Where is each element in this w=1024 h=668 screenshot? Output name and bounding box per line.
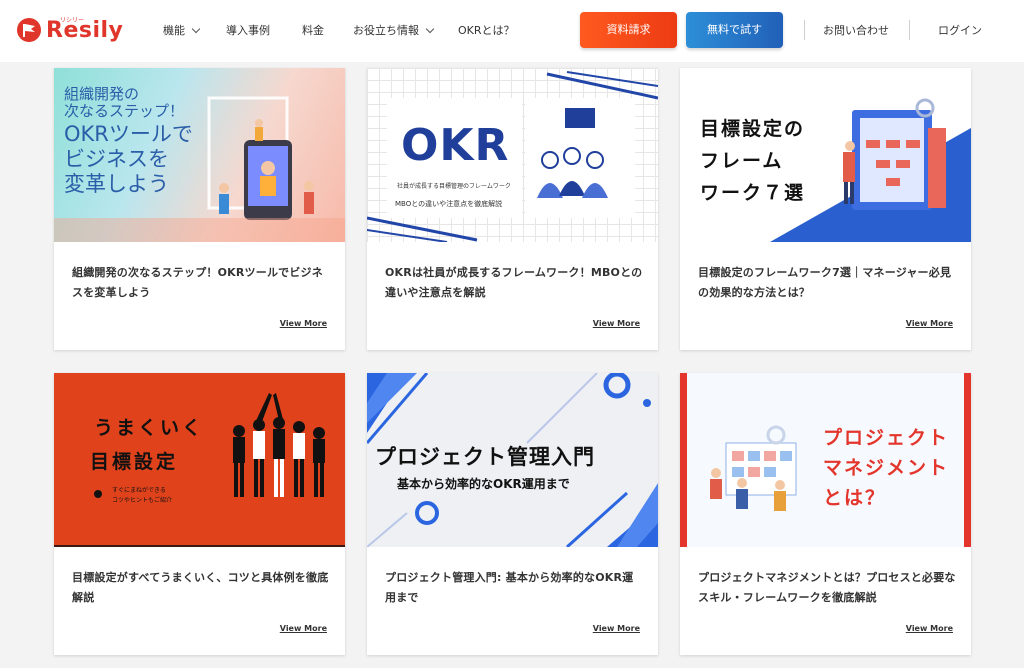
thumbnail-line3: ワーク７選 [700, 182, 806, 204]
article-card[interactable]: OKR 社員が成長する目標管理のフレームワーク MBOとの違いや注意点を徹底解説… [367, 68, 658, 350]
divider [909, 20, 910, 40]
thumbnail-title: プロジェクト管理入門 [375, 445, 595, 469]
article-card[interactable]: うまくいく 目標設定 すぐにまねができる コツやヒントもご紹介 目標設定がすべて… [54, 373, 345, 655]
thumbnail-line2: 次なるステップ！ [64, 102, 185, 120]
view-more-link[interactable]: View More [906, 319, 953, 328]
view-more-link[interactable]: View More [280, 319, 327, 328]
article-thumbnail[interactable]: プロジェクト マネジメント とは？ [680, 373, 971, 547]
article-title[interactable]: 目標設定のフレームワーク7選｜マネージャー必見の効果的な方法とは？ [698, 263, 956, 303]
thumbnail-sub1: すぐにまねができる [112, 487, 166, 494]
flag-logo-icon [17, 18, 41, 42]
view-more-link[interactable]: View More [593, 624, 640, 633]
logo-ruby: リシリー [60, 17, 85, 24]
article-card[interactable]: プロジェクト マネジメント とは？ プロジェクトマネジメントとは？プロセスと必要… [680, 373, 971, 655]
resily-logo[interactable]: Resily リシリー [16, 13, 123, 47]
article-title[interactable]: プロジェクトマネジメントとは？プロセスと必要なスキル・フレームワークを徹底解説 [698, 568, 956, 608]
nav-features[interactable]: 機能 [163, 22, 201, 38]
article-title[interactable]: OKRは社員が成長するフレームワーク！MBOとの違いや注意点を解説 [385, 263, 643, 303]
article-title[interactable]: 目標設定がすべてうまくいく、コツと具体例を徹底解説 [72, 568, 330, 608]
thumbnail-line2: フレーム [700, 150, 784, 172]
nav-pricing[interactable]: 料金 [302, 22, 324, 38]
nav-case-studies-label: 導入事例 [226, 24, 270, 37]
article-thumbnail[interactable]: プロジェクト管理入門 基本から効率的なOKR運用まで [367, 373, 658, 547]
nav-case-studies[interactable]: 導入事例 [226, 22, 270, 38]
thumbnail-line1: プロジェクト [823, 427, 950, 449]
thumbnail-okr: OKR [401, 120, 510, 171]
article-title[interactable]: プロジェクト管理入門: 基本から効率的なOKR運用まで [385, 568, 643, 608]
free-trial-button[interactable]: 無料で試す [686, 12, 783, 48]
request-docs-button[interactable]: 資料請求 [580, 12, 677, 48]
nav-about-okr[interactable]: OKRとは？ [458, 22, 515, 38]
view-more-link[interactable]: View More [280, 624, 327, 633]
thumbnail-big3: 変革しよう [64, 172, 169, 196]
thumbnail-sub: 社員が成長する目標管理のフレームワーク [397, 183, 511, 190]
nav-about-okr-label: OKRとは？ [458, 24, 515, 37]
article-thumbnail[interactable]: 目標設定の フレーム ワーク７選 [680, 68, 971, 242]
thumbnail-line1: うまくいく [94, 417, 205, 439]
nav-resources[interactable]: お役立ち情報 [353, 22, 435, 38]
thumbnail-line2: 目標設定 [90, 451, 179, 473]
thumbnail-line3: とは？ [823, 487, 887, 509]
nav-pricing-label: 料金 [302, 24, 324, 37]
thumbnail-sub: 基本から効率的なOKR運用まで [397, 477, 570, 491]
thumbnail-caption: MBOとの違いや注意点を徹底解説 [395, 200, 503, 208]
thumbnail-line1: 目標設定の [700, 118, 806, 140]
article-thumbnail[interactable]: うまくいく 目標設定 すぐにまねができる コツやヒントもご紹介 [54, 373, 345, 547]
contact-link[interactable]: お問い合わせ [823, 22, 889, 38]
nav-features-label: 機能 [163, 24, 185, 37]
chevron-down-icon [191, 24, 201, 34]
site-header: Resily リシリー 機能 導入事例 料金 お役立ち情報 OKRとは？ 資料請… [0, 0, 1024, 62]
article-card[interactable]: 組織開発の 次なるステップ！ OKRツールで ビジネスを 変革しよう 組織開発の… [54, 68, 345, 350]
divider [804, 20, 805, 40]
view-more-link[interactable]: View More [593, 319, 640, 328]
thumbnail-sub2: コツやヒントもご紹介 [112, 497, 173, 504]
article-thumbnail[interactable]: 組織開発の 次なるステップ！ OKRツールで ビジネスを 変革しよう [54, 68, 345, 242]
thumbnail-line2: マネジメント [823, 457, 950, 479]
thumbnail-line1: 組織開発の [64, 85, 140, 103]
login-link[interactable]: ログイン [938, 22, 982, 38]
thumbnail-big2: ビジネスを [64, 147, 169, 171]
article-title[interactable]: 組織開発の次なるステップ！OKRツールでビジネスを変革しよう [72, 263, 330, 303]
thumbnail-big1: OKRツールで [64, 122, 193, 146]
logo-text: Resily [46, 17, 124, 43]
chevron-down-icon [425, 24, 435, 34]
article-card[interactable]: プロジェクト管理入門 基本から効率的なOKR運用まで プロジェクト管理入門: 基… [367, 373, 658, 655]
article-card[interactable]: 目標設定の フレーム ワーク７選 目標設定のフレームワーク7選｜マネージャー必見… [680, 68, 971, 350]
view-more-link[interactable]: View More [906, 624, 953, 633]
article-thumbnail[interactable]: OKR 社員が成長する目標管理のフレームワーク MBOとの違いや注意点を徹底解説 [367, 68, 658, 242]
nav-resources-label: お役立ち情報 [353, 24, 419, 37]
